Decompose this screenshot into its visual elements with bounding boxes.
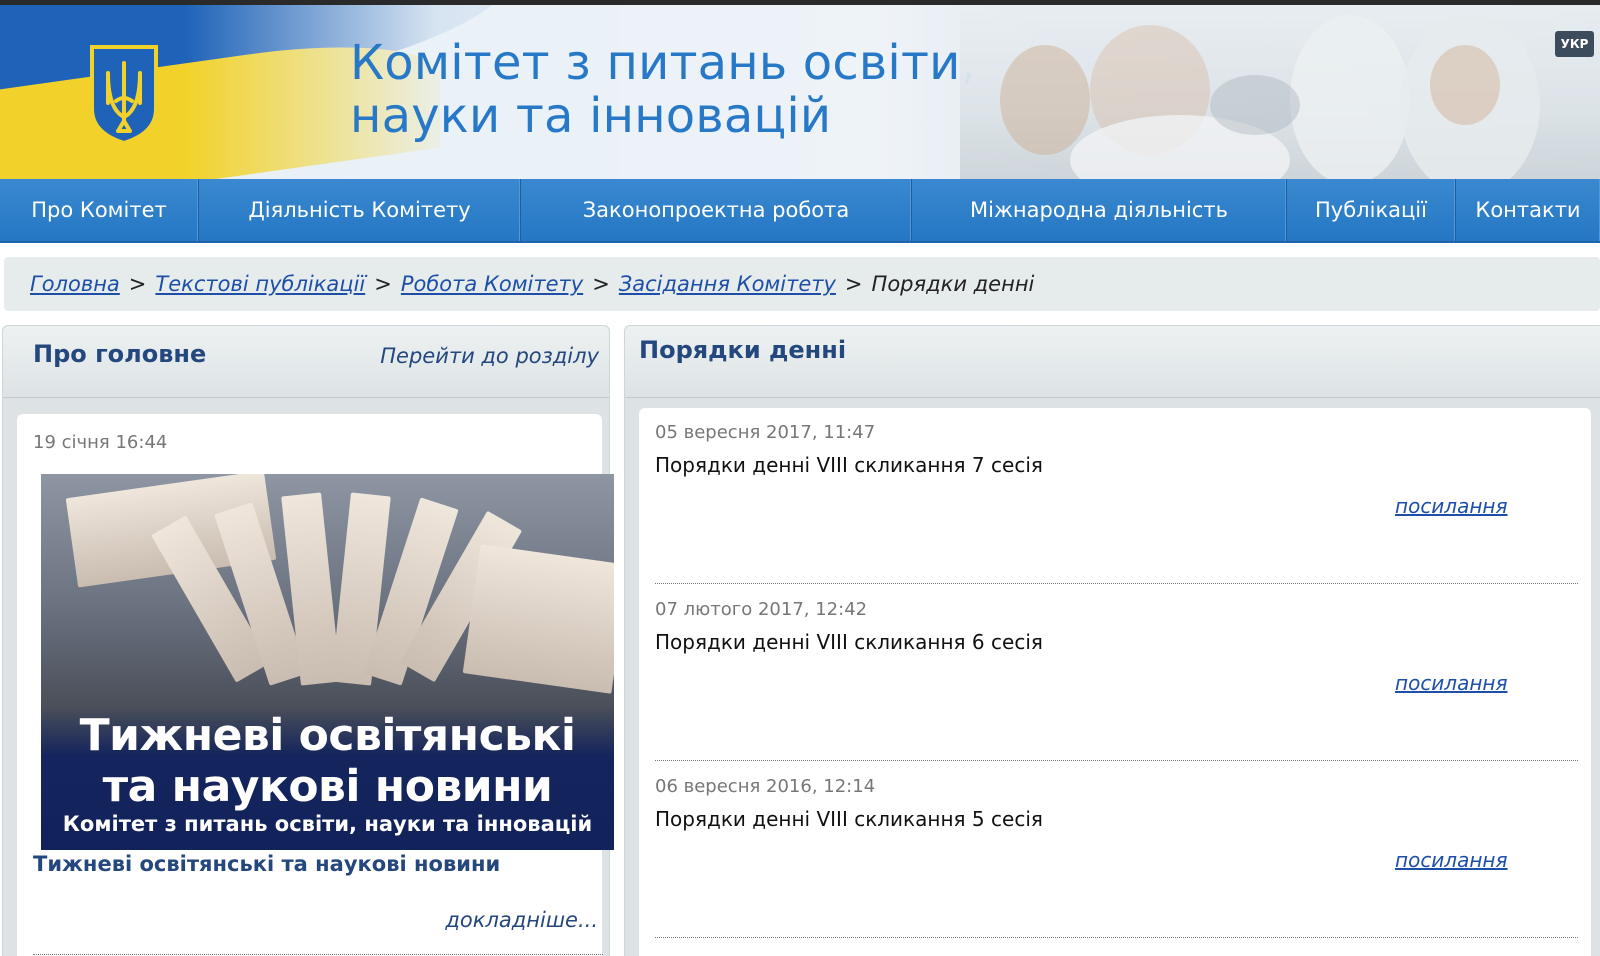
main-news-title: Про головне xyxy=(33,340,207,368)
agendas-panel: Порядки денні 05 вересня 2017, 11:47 Пор… xyxy=(624,325,1600,956)
nav-item-legislation[interactable]: Законопроектна робота xyxy=(521,179,912,241)
entry-divider xyxy=(655,583,1578,584)
site-title: Комітет з питань освіти, науки та іннова… xyxy=(350,37,976,143)
news-title-link[interactable]: Тижневі освітянські та наукові новини xyxy=(33,852,500,876)
main-news-header: Про головне Перейти до розділу xyxy=(3,326,609,398)
entry-divider xyxy=(655,760,1578,761)
trident-crest-icon[interactable] xyxy=(88,43,160,145)
breadcrumb-separator: > xyxy=(128,272,147,296)
nav-item-about[interactable]: Про Комітет xyxy=(0,179,199,241)
breadcrumb-link-committee-meetings[interactable]: Засідання Комітету xyxy=(619,272,836,296)
list-item: 06 вересня 2016, 12:14 Порядки денні VII… xyxy=(655,762,1578,940)
news-date: 19 січня 16:44 xyxy=(33,432,168,453)
site-title-line1: Комітет з питань освіти, xyxy=(350,35,976,91)
entry-title: Порядки денні VIII скликання 5 сесія xyxy=(655,807,1043,831)
breadcrumb-separator: > xyxy=(374,272,392,296)
breadcrumb-current: Порядки денні xyxy=(871,272,1035,296)
main-news-panel: Про головне Перейти до розділу 19 січня … xyxy=(2,325,614,956)
list-item: 05 вересня 2017, 11:47 Порядки денні VII… xyxy=(655,408,1578,586)
agendas-list: 05 вересня 2017, 11:47 Порядки денні VII… xyxy=(639,408,1591,956)
agendas-header: Порядки денні xyxy=(625,326,1600,398)
image-caption-line3: Комітет з питань освіти, науки та іннова… xyxy=(62,812,593,836)
header-photo xyxy=(960,5,1600,179)
site-header: Комітет з питань освіти, науки та іннова… xyxy=(0,5,1600,179)
go-to-section-link[interactable]: Перейти до розділу xyxy=(380,344,599,368)
entry-divider xyxy=(655,937,1578,938)
breadcrumb: Головна > Текстові публікації > Робота К… xyxy=(4,257,1600,311)
entry-date: 06 вересня 2016, 12:14 xyxy=(655,776,876,797)
list-item: 07 лютого 2017, 12:42 Порядки денні VIII… xyxy=(655,585,1578,763)
entry-link[interactable]: посилання xyxy=(1395,671,1508,695)
entry-date: 07 лютого 2017, 12:42 xyxy=(655,599,868,620)
nav-item-publications[interactable]: Публікації xyxy=(1287,179,1456,241)
main-nav: Про Комітет Діяльність Комітету Законопр… xyxy=(0,179,1600,243)
language-button[interactable]: УКР xyxy=(1555,31,1594,57)
breadcrumb-separator: > xyxy=(592,272,610,296)
nav-item-activity[interactable]: Діяльність Комітету xyxy=(199,179,521,241)
entry-title: Порядки денні VIII скликання 6 сесія xyxy=(655,630,1043,654)
news-card: 19 січня 16:44 Тижневі освітянські та на… xyxy=(17,414,614,956)
breadcrumb-link-home[interactable]: Головна xyxy=(30,272,120,296)
entry-date: 05 вересня 2017, 11:47 xyxy=(655,422,876,443)
agendas-title: Порядки денні xyxy=(639,336,847,364)
read-more-link[interactable]: докладніше... xyxy=(445,908,598,932)
news-image[interactable]: Тижневі освітянські та наукові новини Ко… xyxy=(41,474,614,850)
entry-title: Порядки денні VIII скликання 7 сесія xyxy=(655,453,1043,477)
entry-link[interactable]: посилання xyxy=(1395,494,1508,518)
image-caption-line1: Тижневі освітянські xyxy=(79,710,576,761)
image-caption-line2: та наукові новини xyxy=(102,761,553,812)
breadcrumb-link-committee-work[interactable]: Робота Комітету xyxy=(401,272,583,296)
news-divider xyxy=(33,954,603,955)
entry-link[interactable]: посилання xyxy=(1395,848,1508,872)
breadcrumb-separator: > xyxy=(844,272,863,296)
breadcrumb-link-text-publications[interactable]: Текстові публікації xyxy=(155,272,365,296)
nav-item-contacts[interactable]: Контакти xyxy=(1456,179,1600,241)
nav-item-international[interactable]: Міжнародна діяльність xyxy=(912,179,1287,241)
site-title-line2: науки та інновацій xyxy=(350,88,832,144)
